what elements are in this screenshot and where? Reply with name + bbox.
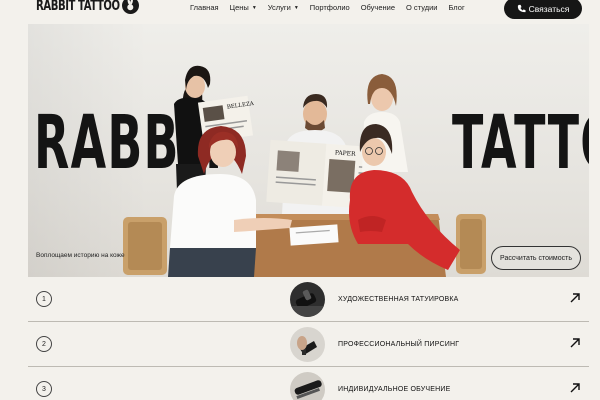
nav-label: Портфолио: [309, 3, 350, 12]
nav-label: Блог: [448, 3, 465, 12]
service-thumbnail: [290, 282, 325, 317]
nav-education[interactable]: Обучение: [361, 3, 395, 12]
service-thumbnail: [290, 372, 325, 400]
nav-label: Обучение: [360, 3, 396, 12]
main-nav: Главная Цены ▼ Услуги ▼ Портфолио Обучение…: [190, 3, 476, 12]
nav-prices[interactable]: Цены ▼: [230, 3, 257, 12]
nav-label: О студии: [406, 3, 438, 12]
nav-services[interactable]: Услуги ▼: [268, 3, 299, 12]
arrow-up-right-icon: [570, 338, 580, 348]
nav-about[interactable]: О студии: [406, 3, 437, 12]
nav-home[interactable]: Главная: [190, 3, 219, 12]
service-row-piercing[interactable]: 2 ПРОФЕССИОНАЛЬНЫЙ ПИРСИНГ: [28, 322, 589, 367]
team-photo: BELLEZA PAPER: [123, 65, 486, 277]
arrow-up-right-icon: [570, 293, 580, 303]
hero-caption: Воплощаем историю на коже: [36, 252, 125, 259]
arrow-up-right-icon: [570, 383, 580, 393]
logo[interactable]: RABBIT TATTOO: [36, 0, 139, 14]
phone-icon: [517, 4, 526, 13]
calculate-price-button[interactable]: Рассчитать стоимость: [491, 246, 581, 270]
service-number: 1: [36, 291, 52, 307]
service-number: 2: [36, 336, 52, 352]
logo-text: RABBIT TATTOO: [36, 0, 120, 14]
site-header: RABBIT TATTOO Главная Цены ▼ Услуги ▼ Порт…: [0, 0, 600, 20]
nav-portfolio[interactable]: Портфолио: [310, 3, 350, 12]
service-label: ХУДОЖЕСТВЕННАЯ ТАТУИРОВКА: [338, 296, 459, 303]
chevron-down-icon: ▼: [293, 4, 299, 11]
service-label: ИНДИВИДУАЛЬНОЕ ОБУЧЕНИЕ: [338, 386, 451, 393]
newspaper-right-title: PAPER: [335, 149, 357, 157]
service-thumbnail: [290, 327, 325, 362]
service-label: ПРОФЕССИОНАЛЬНЫЙ ПИРСИНГ: [338, 341, 460, 348]
service-row-tattoo[interactable]: 1 ХУДОЖЕСТВЕННАЯ ТАТУИРОВКА: [28, 277, 589, 322]
nav-label: Главная: [190, 3, 219, 12]
hero-banner: RABBIT TATTOO BELLEZA: [28, 24, 589, 277]
service-row-education[interactable]: 3 ИНДИВИДУАЛЬНОЕ ОБУЧЕНИЕ: [28, 367, 589, 400]
chevron-down-icon: ▼: [251, 4, 257, 11]
contact-label: Связаться: [528, 3, 570, 14]
nav-label: Цены: [229, 3, 249, 12]
contact-button[interactable]: Связаться: [504, 0, 582, 19]
services-list: 1 ХУДОЖЕСТВЕННАЯ ТАТУИРОВКА 2 ПРОФЕССИОН…: [28, 277, 589, 400]
rabbit-icon: [122, 0, 139, 14]
service-number: 3: [36, 381, 52, 397]
nav-label: Услуги: [267, 3, 291, 12]
nav-blog[interactable]: Блог: [448, 3, 464, 12]
